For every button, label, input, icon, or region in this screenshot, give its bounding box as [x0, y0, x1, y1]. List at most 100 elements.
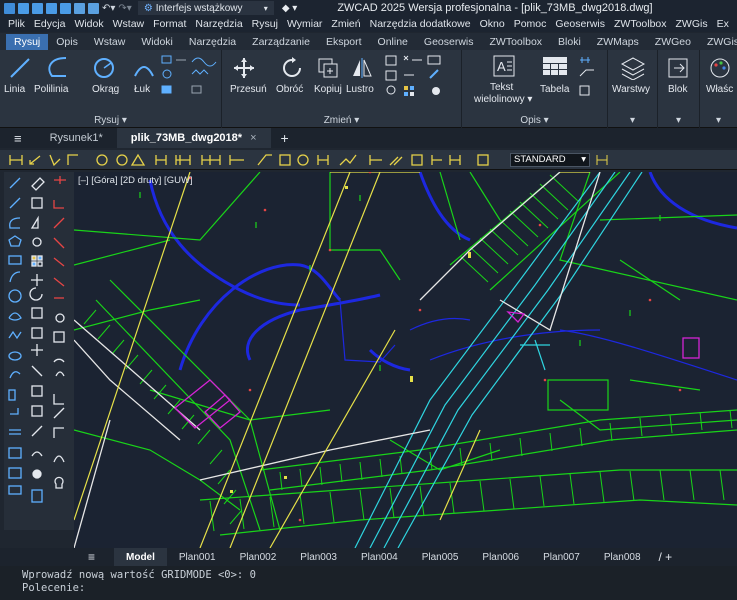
- workspace-select[interactable]: ⚙ Interfejs wstążkowy ▾: [137, 1, 274, 15]
- open-file-icon[interactable]: [32, 2, 43, 14]
- menu-item[interactable]: Narzędzia dodatkowe: [370, 18, 471, 30]
- tabela-button[interactable]: Tabela: [540, 84, 569, 95]
- menu-item[interactable]: Pomoc: [514, 18, 547, 30]
- layout-menu-icon[interactable]: ≡: [88, 550, 95, 564]
- modify-small-tools-icon: [385, 55, 441, 96]
- tab-zarzadzanie[interactable]: Zarządzanie: [244, 34, 318, 50]
- draw-modify-tools-icon[interactable]: [4, 172, 74, 530]
- ribbon-tabs: Rysuj Opis Wstaw Widoki Narzędzia Zarząd…: [0, 33, 737, 50]
- dimension-tools-icon[interactable]: [6, 152, 506, 168]
- layout-tab-model[interactable]: Model: [114, 548, 167, 566]
- tekst-icon: A: [493, 55, 515, 77]
- app-logo-icon[interactable]: [4, 2, 15, 14]
- annotation-panel-label[interactable]: Opis ▾: [462, 115, 607, 126]
- close-tab-icon[interactable]: ×: [250, 132, 256, 144]
- tab-zwmaps[interactable]: ZWMaps: [589, 34, 647, 50]
- layout-tab-plan007[interactable]: Plan007: [531, 548, 592, 566]
- menu-item[interactable]: ZWGis: [676, 18, 708, 30]
- layout-tab-plan003[interactable]: Plan003: [288, 548, 349, 566]
- text-style-select[interactable]: STANDARD ▾: [510, 153, 590, 167]
- layers-panel-expand[interactable]: ▾: [608, 115, 657, 126]
- tab-geoserwis[interactable]: Geoserwis: [416, 34, 482, 50]
- workspace-gear-icon: ⚙: [143, 2, 153, 14]
- layout-tab-plan002[interactable]: Plan002: [228, 548, 289, 566]
- document-tabs: ≡ Rysunek1* plik_73MB_dwg2018* × +: [0, 128, 737, 148]
- tab-narzedzia[interactable]: Narzędzia: [181, 34, 244, 50]
- tab-rysuj[interactable]: Rysuj: [6, 33, 49, 50]
- blok-button[interactable]: Blok: [668, 84, 687, 95]
- menu-item[interactable]: Wymiar: [287, 18, 322, 30]
- save-as-icon[interactable]: [60, 2, 71, 14]
- menu-item[interactable]: Zmień: [331, 18, 360, 30]
- plot-preview-icon[interactable]: [88, 2, 99, 14]
- block-panel-expand[interactable]: ▾: [658, 115, 699, 126]
- menu-item[interactable]: Plik: [8, 18, 25, 30]
- tekst-button-line2[interactable]: wielolinowy ▾: [474, 94, 532, 105]
- title-bar: ↶▾ ↷▾ ⚙ Interfejs wstążkowy ▾ ◆ ▾ ZWCAD …: [0, 0, 737, 16]
- hamburger-menu-icon[interactable]: ≡: [0, 131, 36, 146]
- dimension-toolbar: STANDARD ▾: [0, 150, 737, 170]
- new-file-icon[interactable]: [18, 2, 29, 14]
- okrag-button[interactable]: Okrąg: [92, 84, 119, 95]
- drawing-canvas[interactable]: [74, 172, 737, 548]
- command-prompt[interactable]: Polecenie:: [22, 582, 737, 595]
- przesun-button[interactable]: Przesuń: [230, 84, 267, 95]
- chevron-down-icon: ▾: [581, 154, 586, 165]
- diamond-icon[interactable]: ◆ ▾: [282, 3, 298, 14]
- tab-wstaw[interactable]: Wstaw: [86, 34, 134, 50]
- modify-panel-label[interactable]: Zmień ▾: [222, 115, 461, 126]
- doc-tab-active[interactable]: plik_73MB_dwg2018* ×: [116, 128, 271, 148]
- warstwy-button[interactable]: Warstwy: [612, 84, 650, 95]
- properties-panel: Właśc ▾: [700, 50, 737, 128]
- luk-button[interactable]: Łuk: [134, 84, 150, 95]
- menu-item[interactable]: Narzędzia: [195, 18, 242, 30]
- tab-widoki[interactable]: Widoki: [133, 34, 181, 50]
- tab-eksport[interactable]: Eksport: [318, 34, 370, 50]
- undo-icon[interactable]: ↶▾: [102, 3, 115, 14]
- tekst-button-line1[interactable]: Tekst: [490, 82, 513, 93]
- viewport-controls-label[interactable]: [–] [Góra] [2D druty] [GUW]: [78, 175, 193, 186]
- layout-tab-plan001[interactable]: Plan001: [167, 548, 228, 566]
- tab-zwgis[interactable]: ZWGis: [699, 34, 737, 50]
- menu-item[interactable]: Okno: [480, 18, 505, 30]
- menu-item[interactable]: Geoserwis: [555, 18, 605, 30]
- quick-access-toolbar: ↶▾ ↷▾: [0, 2, 132, 14]
- layout-tab-plan006[interactable]: Plan006: [470, 548, 531, 566]
- command-line[interactable]: Wprowadź nową wartość GRIDMODE <0>: 0 Po…: [0, 566, 737, 600]
- menu-item[interactable]: Widok: [74, 18, 103, 30]
- menu-item[interactable]: Wstaw: [113, 18, 145, 30]
- wlasc-button[interactable]: Właśc: [706, 84, 733, 95]
- obroc-button[interactable]: Obróć: [276, 84, 303, 95]
- layout-tabs: ≡ Model Plan001 Plan002 Plan003 Plan004 …: [0, 548, 737, 566]
- tab-zwgeo[interactable]: ZWGeo: [647, 34, 699, 50]
- lustro-button[interactable]: Lustro: [346, 84, 374, 95]
- save-icon[interactable]: [46, 2, 57, 14]
- doc-tab-rysunek1[interactable]: Rysunek1*: [36, 128, 117, 148]
- draw-panel-label[interactable]: Rysuj ▾: [0, 115, 221, 126]
- polilinia-button[interactable]: Polilinia: [34, 84, 68, 95]
- menu-item[interactable]: Ex: [717, 18, 729, 30]
- linia-icon: [10, 58, 30, 78]
- menu-item[interactable]: ZWToolbox: [614, 18, 667, 30]
- layers-panel: Warstwy ▾: [608, 50, 658, 128]
- tab-bloki[interactable]: Bloki: [550, 34, 589, 50]
- new-tab-plus-icon[interactable]: +: [271, 130, 299, 146]
- layout-tab-plan004[interactable]: Plan004: [349, 548, 410, 566]
- style-manager-icon[interactable]: [594, 152, 610, 168]
- menu-item[interactable]: Edycja: [34, 18, 66, 30]
- redo-icon[interactable]: ↷▾: [118, 3, 131, 14]
- tab-online[interactable]: Online: [370, 34, 416, 50]
- layout-tab-plan008[interactable]: Plan008: [592, 548, 653, 566]
- linia-button[interactable]: Linia: [4, 84, 25, 95]
- ribbon: Linia Polilinia Okrąg Łuk Rysuj ▾ Przesu…: [0, 50, 737, 128]
- kopiuj-button[interactable]: Kopiuj: [314, 84, 342, 95]
- menu-item[interactable]: Format: [153, 18, 186, 30]
- menu-item[interactable]: Rysuj: [252, 18, 278, 30]
- print-icon[interactable]: [74, 2, 85, 14]
- tab-zwtoolbox[interactable]: ZWToolbox: [482, 34, 551, 50]
- add-layout-plus-icon[interactable]: / +: [653, 550, 673, 564]
- layout-tab-plan005[interactable]: Plan005: [410, 548, 471, 566]
- properties-panel-expand[interactable]: ▾: [700, 115, 737, 126]
- block-panel: Blok ▾: [658, 50, 700, 128]
- tab-opis[interactable]: Opis: [48, 34, 86, 50]
